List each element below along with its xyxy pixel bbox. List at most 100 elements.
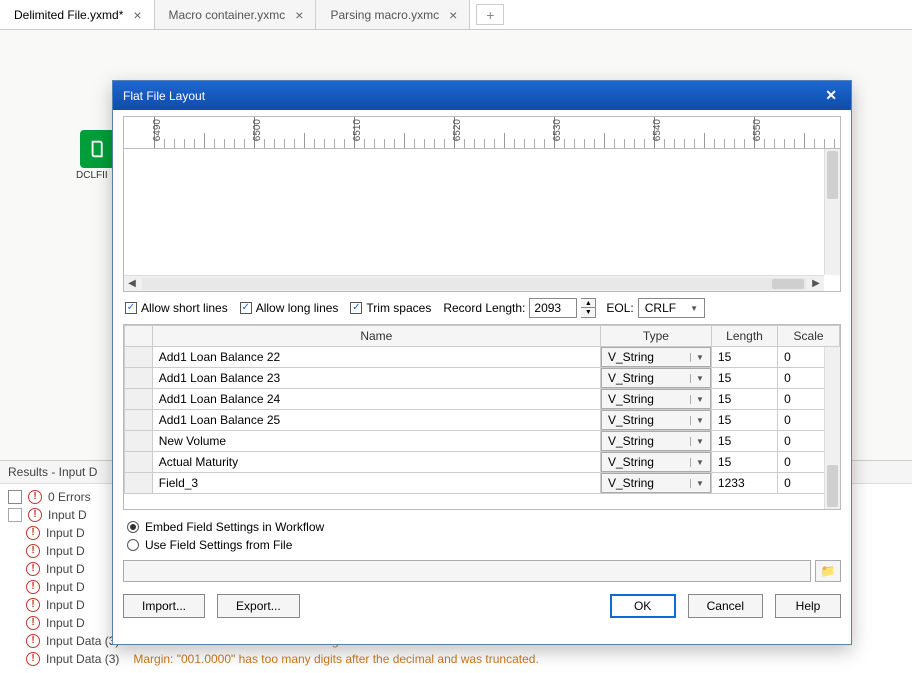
chevron-down-icon: ▼ [690, 479, 708, 488]
close-icon[interactable]: × [447, 8, 459, 22]
ok-button[interactable]: OK [610, 594, 676, 618]
table-row[interactable]: New VolumeV_String▼150 [125, 431, 840, 452]
scrollbar-thumb[interactable] [772, 279, 804, 289]
record-length-spinner[interactable]: ▲▼ [581, 298, 596, 318]
close-icon[interactable]: × [131, 8, 143, 22]
type-cell[interactable]: V_String▼ [600, 473, 711, 494]
name-cell[interactable]: New Volume [152, 431, 600, 452]
eol-select[interactable]: CRLF▼ [638, 298, 705, 318]
ruler-tick: 6490 [154, 117, 254, 149]
name-cell[interactable]: Add1 Loan Balance 23 [152, 368, 600, 389]
table-row[interactable]: Add1 Loan Balance 23V_String▼150 [125, 368, 840, 389]
options-row: ✓Allow short lines ✓Allow long lines ✓Tr… [113, 294, 851, 322]
warning-icon: ! [26, 598, 40, 612]
type-cell[interactable]: V_String▼ [600, 410, 711, 431]
type-header[interactable]: Type [600, 326, 711, 347]
tab-label: Macro container.yxmc [169, 8, 286, 22]
table-row[interactable]: Add1 Loan Balance 22V_String▼150 [125, 347, 840, 368]
name-header[interactable]: Name [152, 326, 600, 347]
close-icon[interactable]: × [293, 8, 305, 22]
field-grid: Name Type Length Scale Add1 Loan Balance… [123, 324, 841, 510]
type-cell[interactable]: V_String▼ [600, 347, 711, 368]
row-header[interactable] [125, 389, 153, 410]
type-cell[interactable]: V_String▼ [600, 368, 711, 389]
table-row[interactable]: Actual MaturityV_String▼150 [125, 452, 840, 473]
chevron-down-icon: ▼ [690, 416, 708, 425]
row-header[interactable] [125, 347, 153, 368]
log-item[interactable]: !Input Data (3)Margin: "001.0000" has to… [8, 650, 904, 668]
flat-file-layout-dialog: Flat File Layout ✕ 649065006510652065306… [112, 80, 852, 645]
ruler-tick: 6540 [654, 117, 754, 149]
import-button[interactable]: Import... [123, 594, 205, 618]
table-row[interactable]: Add1 Loan Balance 25V_String▼150 [125, 410, 840, 431]
allow-short-lines-checkbox[interactable]: ✓Allow short lines [125, 301, 228, 315]
scrollbar-track[interactable] [142, 278, 806, 290]
close-icon[interactable]: ✕ [821, 87, 841, 104]
ruler-panel: 6490650065106520653065406550 ◀ ▶ [123, 116, 841, 292]
length-cell[interactable]: 15 [711, 452, 777, 473]
record-length-input[interactable]: 2093 [529, 298, 577, 318]
length-cell[interactable]: 15 [711, 389, 777, 410]
table-row[interactable]: Field_3V_String▼12330 [125, 473, 840, 494]
book-icon [88, 138, 110, 160]
vertical-scrollbar[interactable] [824, 347, 840, 509]
rowhead-header[interactable] [125, 326, 153, 347]
warning-message: Margin: "001.0000" has too many digits a… [133, 652, 538, 666]
browse-button[interactable]: 📁 [815, 560, 841, 582]
file-settings-radio[interactable]: Use Field Settings from File [127, 536, 837, 554]
settings-file-row: 📁 [123, 560, 841, 582]
table-row[interactable]: Add1 Loan Balance 24V_String▼150 [125, 389, 840, 410]
tab-label: Delimited File.yxmd* [14, 8, 123, 22]
chevron-down-icon: ▼ [690, 374, 708, 383]
length-cell[interactable]: 15 [711, 431, 777, 452]
name-cell[interactable]: Add1 Loan Balance 24 [152, 389, 600, 410]
dialog-titlebar[interactable]: Flat File Layout ✕ [113, 81, 851, 110]
row-header[interactable] [125, 410, 153, 431]
settings-file-input[interactable] [123, 560, 811, 582]
scroll-left-icon[interactable]: ◀ [124, 277, 140, 291]
allow-long-lines-checkbox[interactable]: ✓Allow long lines [240, 301, 339, 315]
length-header[interactable]: Length [711, 326, 777, 347]
ruler-body[interactable]: ◀ ▶ [124, 149, 840, 291]
ruler[interactable]: 6490650065106520653065406550 [124, 117, 840, 149]
length-cell[interactable]: 15 [711, 368, 777, 389]
scrollbar-thumb[interactable] [827, 465, 838, 507]
ruler-tick: 6530 [554, 117, 654, 149]
type-cell[interactable]: V_String▼ [600, 389, 711, 410]
ruler-number: 6490 [152, 119, 163, 141]
horizontal-scrollbar[interactable]: ◀ ▶ [124, 275, 824, 291]
name-cell[interactable]: Add1 Loan Balance 25 [152, 410, 600, 431]
length-cell[interactable]: 1233 [711, 473, 777, 494]
ruler-number: 6550 [752, 119, 763, 141]
trim-spaces-checkbox[interactable]: ✓Trim spaces [350, 301, 431, 315]
scroll-right-icon[interactable]: ▶ [808, 277, 824, 291]
type-cell[interactable]: V_String▼ [600, 452, 711, 473]
tab-delimited-file[interactable]: Delimited File.yxmd* × [0, 0, 155, 29]
row-header[interactable] [125, 431, 153, 452]
cancel-button[interactable]: Cancel [688, 594, 763, 618]
name-cell[interactable]: Actual Maturity [152, 452, 600, 473]
type-cell[interactable]: V_String▼ [600, 431, 711, 452]
warning-icon: ! [28, 508, 42, 522]
vertical-scrollbar[interactable] [824, 149, 840, 275]
help-button[interactable]: Help [775, 594, 841, 618]
warning-icon: ! [26, 526, 40, 540]
scale-header[interactable]: Scale [778, 326, 840, 347]
length-cell[interactable]: 15 [711, 347, 777, 368]
name-cell[interactable]: Field_3 [152, 473, 600, 494]
tab-parsing-macro[interactable]: Parsing macro.yxmc × [316, 0, 470, 29]
embed-settings-radio[interactable]: Embed Field Settings in Workflow [127, 518, 837, 536]
tab-macro-container[interactable]: Macro container.yxmc × [155, 0, 317, 29]
length-cell[interactable]: 15 [711, 410, 777, 431]
row-header[interactable] [125, 473, 153, 494]
spinner-down-icon[interactable]: ▼ [581, 308, 595, 317]
export-button[interactable]: Export... [217, 594, 300, 618]
tab-label: Parsing macro.yxmc [330, 8, 439, 22]
scrollbar-thumb[interactable] [827, 151, 838, 199]
spinner-up-icon[interactable]: ▲ [581, 299, 595, 308]
name-cell[interactable]: Add1 Loan Balance 22 [152, 347, 600, 368]
row-header[interactable] [125, 368, 153, 389]
row-header[interactable] [125, 452, 153, 473]
tool-label: DCLFII [76, 170, 108, 181]
add-tab-button[interactable]: + [476, 4, 504, 25]
